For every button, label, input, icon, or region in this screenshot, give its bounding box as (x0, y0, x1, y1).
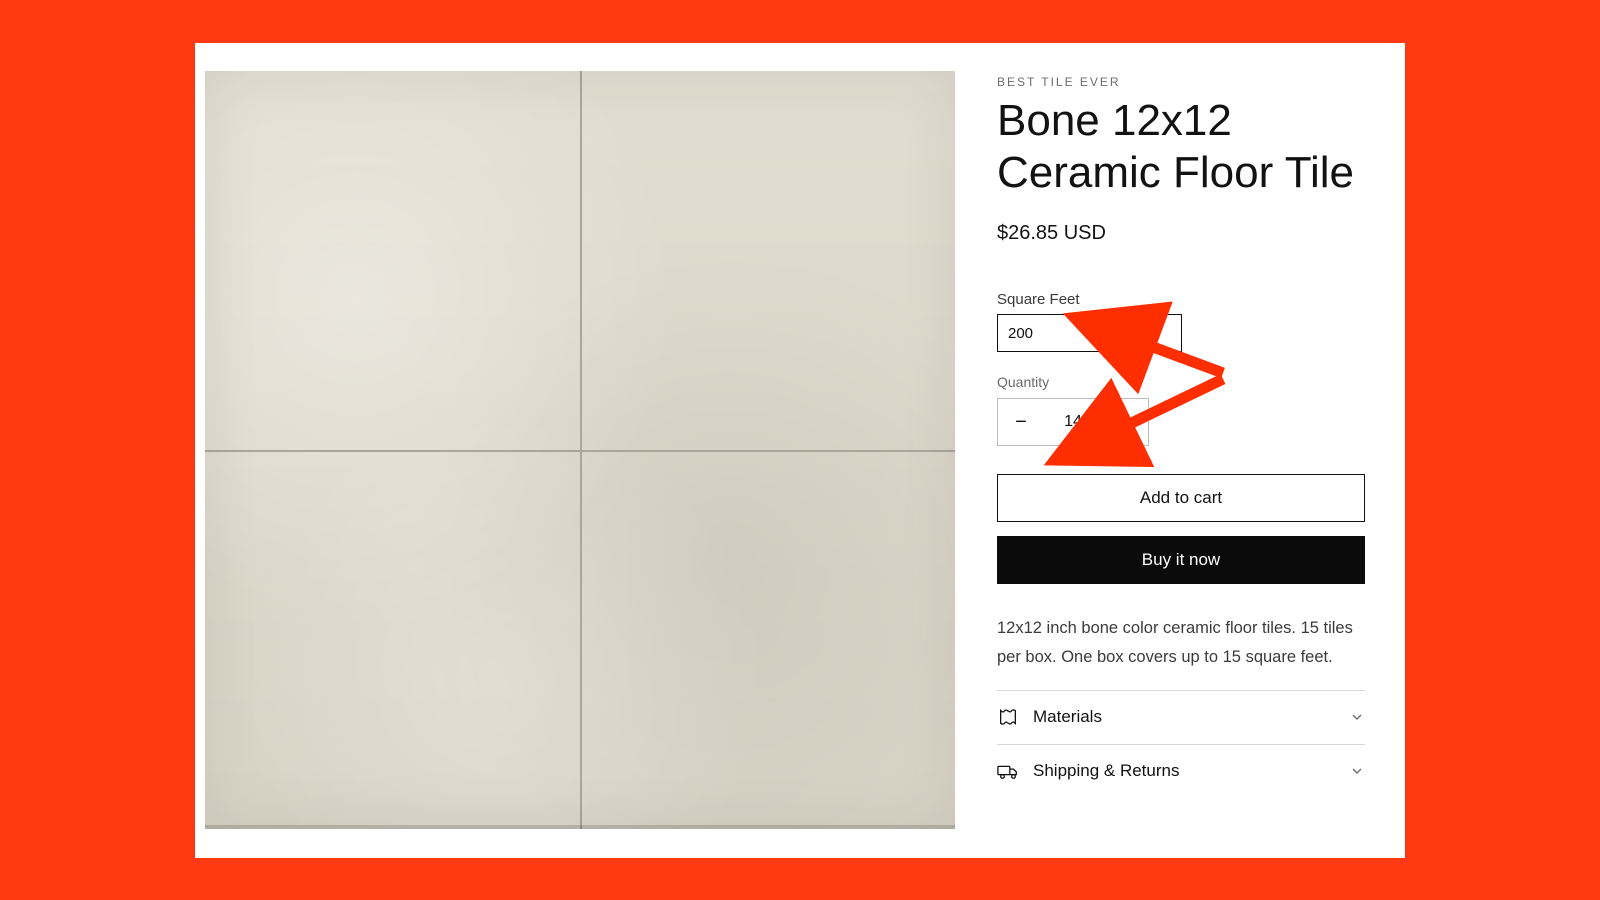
product-image[interactable] (205, 71, 955, 829)
quantity-value: 14 (1044, 413, 1102, 431)
leather-icon (997, 706, 1019, 728)
chevron-down-icon (1349, 709, 1365, 725)
tile-bottom-edge (205, 825, 955, 829)
accordion-row-shipping[interactable]: Shipping & Returns (997, 744, 1365, 798)
accordion-label: Materials (1033, 707, 1335, 727)
product-title: Bone 12x12 Ceramic Floor Tile (997, 95, 1387, 201)
chevron-down-icon (1349, 763, 1365, 779)
truck-icon (997, 760, 1019, 782)
quantity-stepper: − 14 + (997, 398, 1149, 446)
product-description: 12x12 inch bone color ceramic floor tile… (997, 614, 1357, 672)
product-price: $26.85 USD (997, 222, 1387, 245)
quantity-decrease-button[interactable]: − (998, 399, 1044, 445)
buy-now-button[interactable]: Buy it now (997, 536, 1365, 584)
tile-shade (205, 71, 955, 829)
product-details: BEST TILE EVER Bone 12x12 Ceramic Floor … (997, 71, 1395, 858)
vendor-label: BEST TILE EVER (997, 75, 1387, 89)
quantity-increase-button[interactable]: + (1102, 399, 1148, 445)
product-card: BEST TILE EVER Bone 12x12 Ceramic Floor … (195, 43, 1405, 858)
accordion-row-materials[interactable]: Materials (997, 690, 1365, 744)
square-feet-input[interactable] (997, 314, 1182, 352)
add-to-cart-button[interactable]: Add to cart (997, 474, 1365, 522)
product-accordion: Materials Shipping & Returns (997, 690, 1365, 798)
quantity-label: Quantity (997, 374, 1387, 390)
square-feet-label: Square Feet (997, 291, 1387, 308)
accordion-label: Shipping & Returns (1033, 761, 1335, 781)
product-layout: BEST TILE EVER Bone 12x12 Ceramic Floor … (195, 43, 1405, 858)
